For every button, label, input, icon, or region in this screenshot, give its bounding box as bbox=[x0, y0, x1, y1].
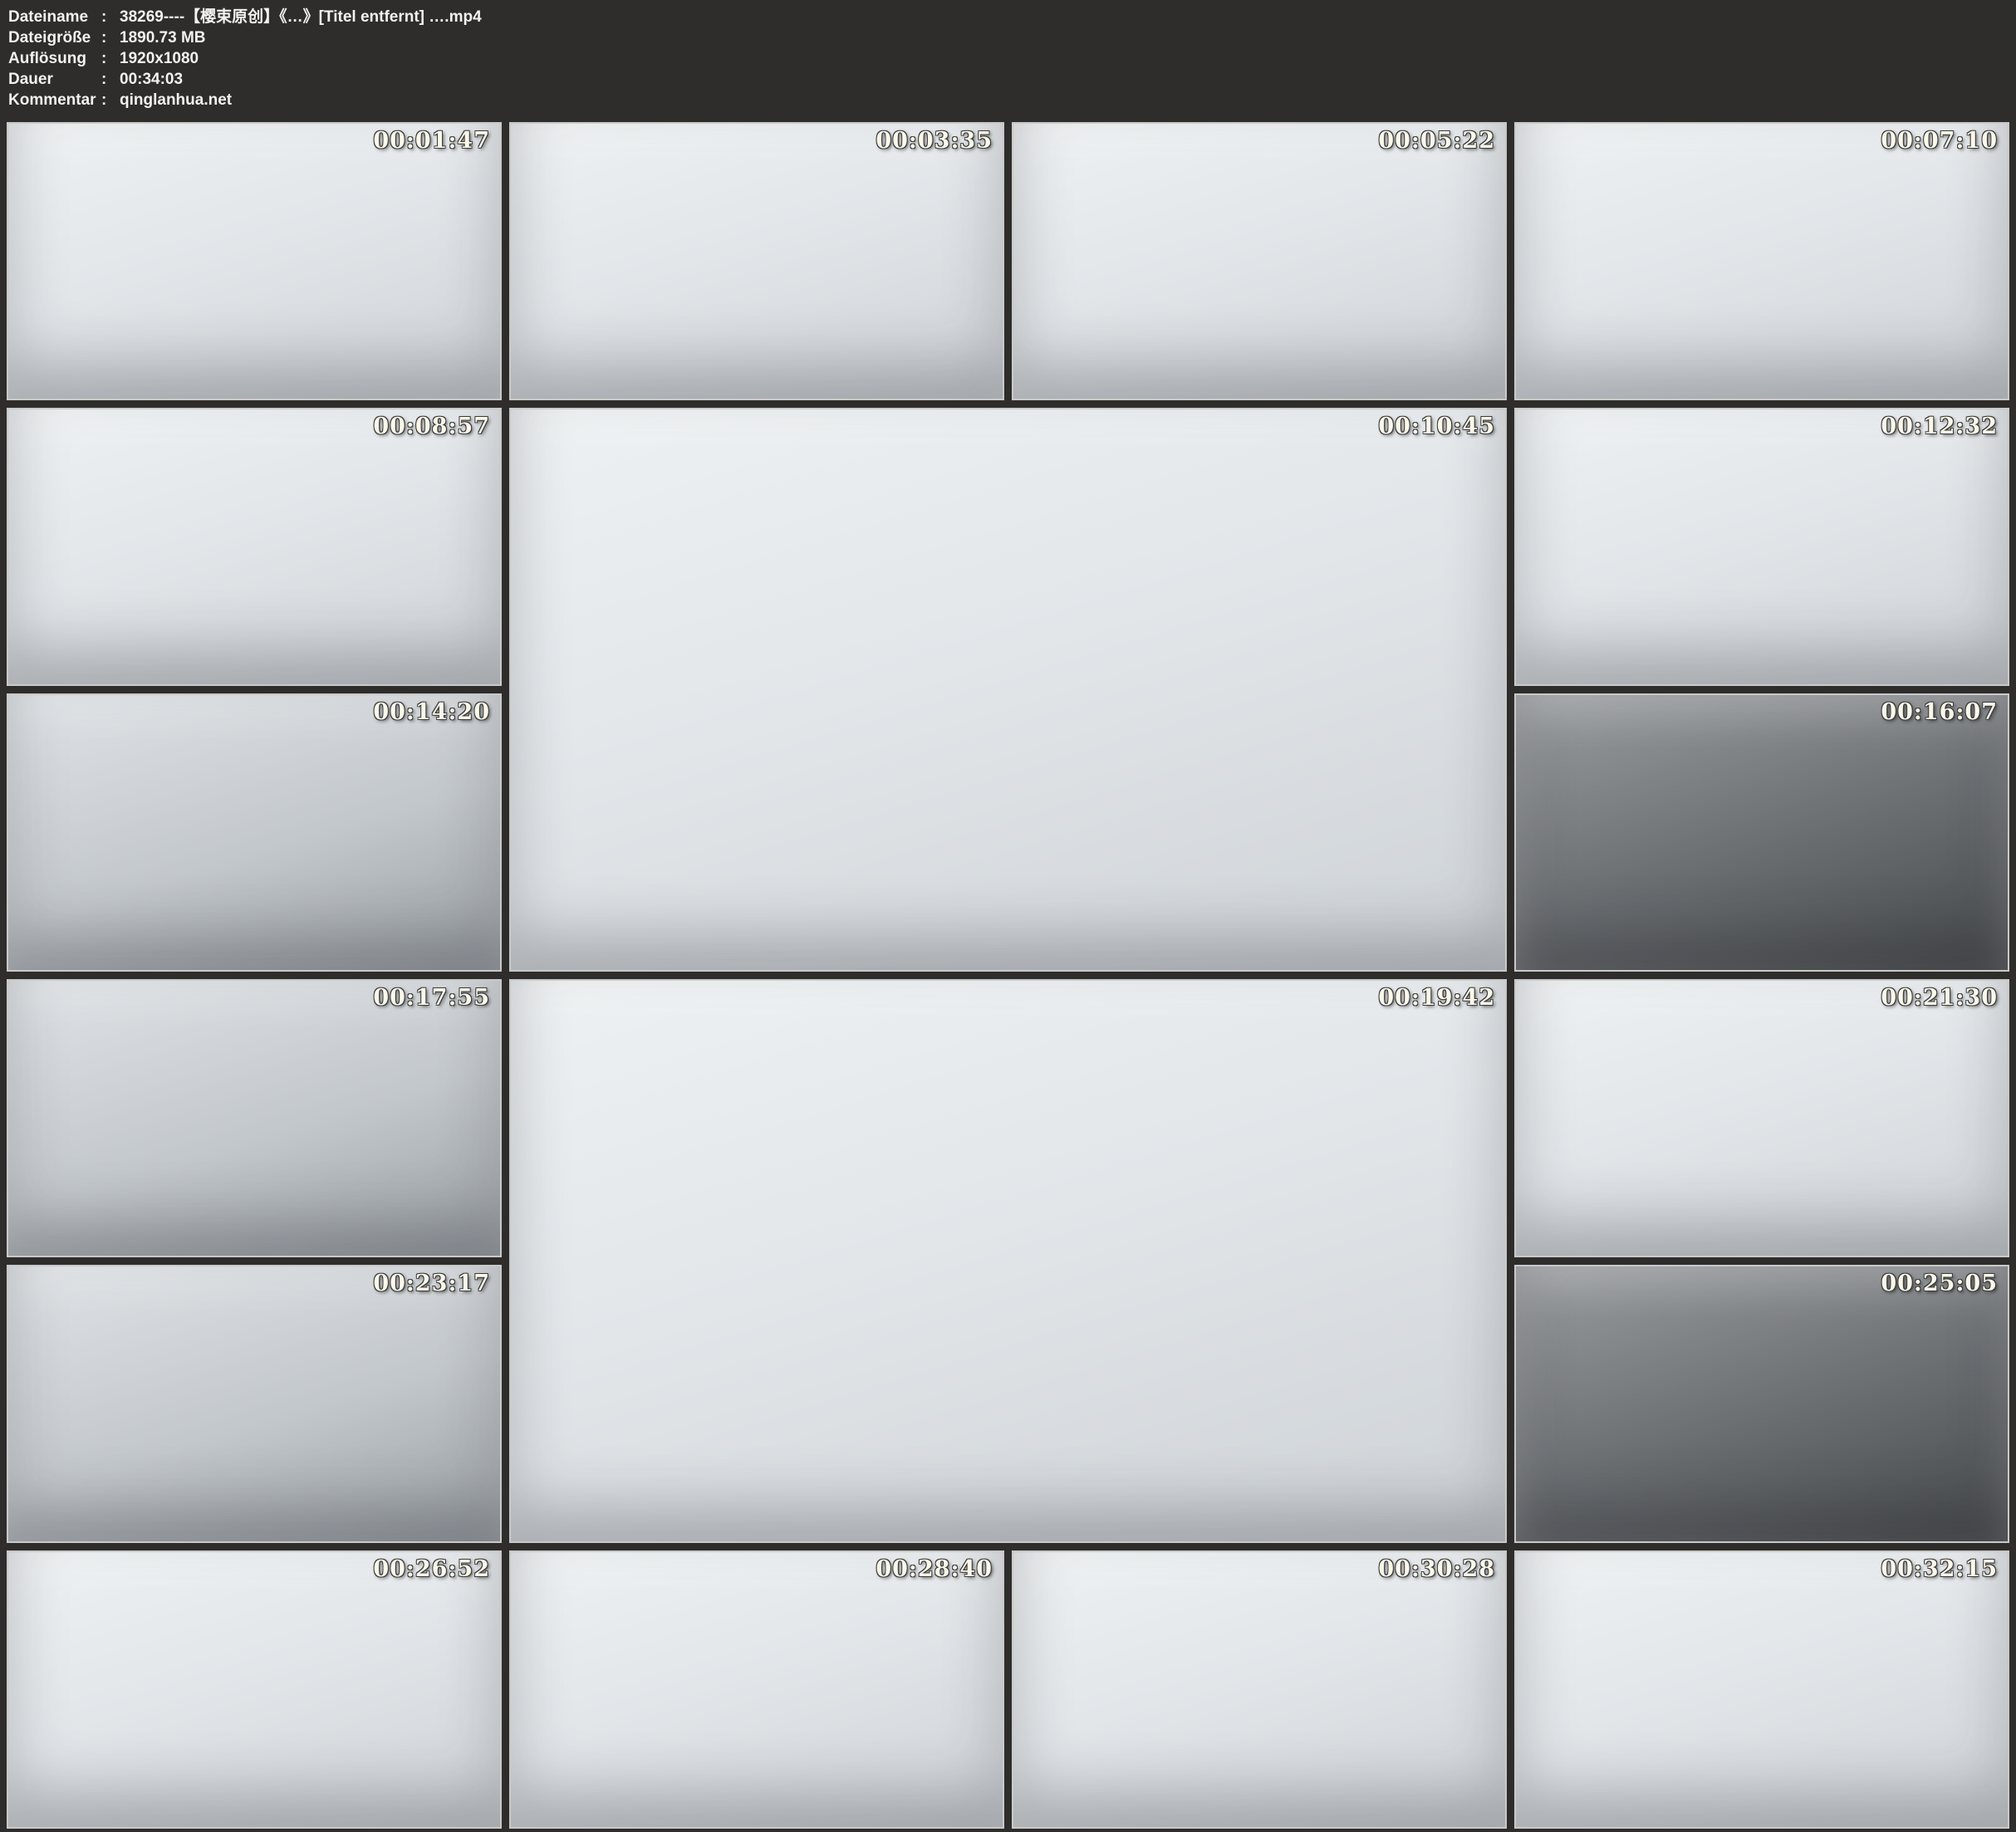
thumbnail-grid: 00:01:47 00:03:35 00:05:22 00:07:10 00:0… bbox=[7, 122, 2009, 1829]
file-name-label: Dateiname bbox=[8, 7, 101, 27]
timestamp-overlay: 00:32:15 bbox=[1881, 1556, 1998, 1582]
video-thumbnail-large: 00:19:42 bbox=[509, 979, 1507, 1543]
separator: : bbox=[101, 69, 120, 90]
timestamp-overlay: 00:10:45 bbox=[1378, 414, 1495, 439]
video-thumbnail: 00:12:32 bbox=[1514, 408, 2009, 686]
video-thumbnail: 00:25:05 bbox=[1514, 1265, 2009, 1543]
resolution-row: Auflösung : 1920x1080 bbox=[8, 48, 2016, 69]
file-info-header: Dateiname : 38269----【樱束原创】《…》[Titel ent… bbox=[0, 0, 2016, 115]
timestamp-overlay: 00:16:07 bbox=[1881, 699, 1998, 725]
file-size-row: Dateigröße : 1890.73 MB bbox=[8, 27, 2016, 48]
resolution-value: 1920x1080 bbox=[120, 48, 2016, 69]
resolution-label: Auflösung bbox=[8, 48, 101, 69]
separator: : bbox=[101, 90, 120, 110]
video-thumbnail: 00:28:40 bbox=[509, 1550, 1004, 1829]
video-thumbnail: 00:07:10 bbox=[1514, 122, 2009, 400]
timestamp-overlay: 00:03:35 bbox=[876, 128, 993, 154]
video-thumbnail: 00:08:57 bbox=[7, 408, 502, 686]
video-thumbnail: 00:16:07 bbox=[1514, 693, 2009, 972]
video-thumbnail: 00:21:30 bbox=[1514, 979, 2009, 1257]
video-thumbnail: 00:01:47 bbox=[7, 122, 502, 400]
video-thumbnail: 00:17:55 bbox=[7, 979, 502, 1257]
separator: : bbox=[101, 27, 120, 48]
timestamp-overlay: 00:25:05 bbox=[1881, 1271, 1998, 1296]
video-thumbnail: 00:23:17 bbox=[7, 1265, 502, 1543]
video-thumbnail-large: 00:10:45 bbox=[509, 408, 1507, 972]
video-thumbnail: 00:32:15 bbox=[1514, 1550, 2009, 1829]
file-size-label: Dateigröße bbox=[8, 27, 101, 48]
timestamp-overlay: 00:23:17 bbox=[373, 1271, 490, 1296]
duration-label: Dauer bbox=[8, 69, 101, 90]
timestamp-overlay: 00:05:22 bbox=[1378, 128, 1495, 154]
timestamp-overlay: 00:12:32 bbox=[1881, 414, 1998, 439]
timestamp-overlay: 00:21:30 bbox=[1881, 985, 1998, 1011]
timestamp-overlay: 00:28:40 bbox=[876, 1556, 993, 1582]
comment-label: Kommentar bbox=[8, 90, 101, 110]
duration-row: Dauer : 00:34:03 bbox=[8, 69, 2016, 90]
comment-value: qinglanhua.net bbox=[120, 90, 2016, 110]
video-thumbnail: 00:03:35 bbox=[509, 122, 1004, 400]
timestamp-overlay: 00:30:28 bbox=[1378, 1556, 1495, 1582]
timestamp-overlay: 00:14:20 bbox=[373, 699, 490, 725]
video-thumbnail: 00:30:28 bbox=[1012, 1550, 1507, 1829]
timestamp-overlay: 00:08:57 bbox=[373, 414, 490, 439]
timestamp-overlay: 00:19:42 bbox=[1378, 985, 1495, 1011]
file-name-value: 38269----【樱束原创】《…》[Titel entfernt] ….mp4 bbox=[120, 7, 2016, 27]
file-name-row: Dateiname : 38269----【樱束原创】《…》[Titel ent… bbox=[8, 7, 2016, 27]
video-thumbnail: 00:14:20 bbox=[7, 693, 502, 972]
video-thumbnail: 00:05:22 bbox=[1012, 122, 1507, 400]
timestamp-overlay: 00:26:52 bbox=[373, 1556, 490, 1582]
contact-sheet: Dateiname : 38269----【樱束原创】《…》[Titel ent… bbox=[0, 0, 2016, 1832]
timestamp-overlay: 00:07:10 bbox=[1881, 128, 1998, 154]
file-size-value: 1890.73 MB bbox=[120, 27, 2016, 48]
timestamp-overlay: 00:01:47 bbox=[373, 128, 490, 154]
separator: : bbox=[101, 7, 120, 27]
comment-row: Kommentar : qinglanhua.net bbox=[8, 90, 2016, 110]
timestamp-overlay: 00:17:55 bbox=[373, 985, 490, 1011]
separator: : bbox=[101, 48, 120, 69]
duration-value: 00:34:03 bbox=[120, 69, 2016, 90]
video-thumbnail: 00:26:52 bbox=[7, 1550, 502, 1829]
